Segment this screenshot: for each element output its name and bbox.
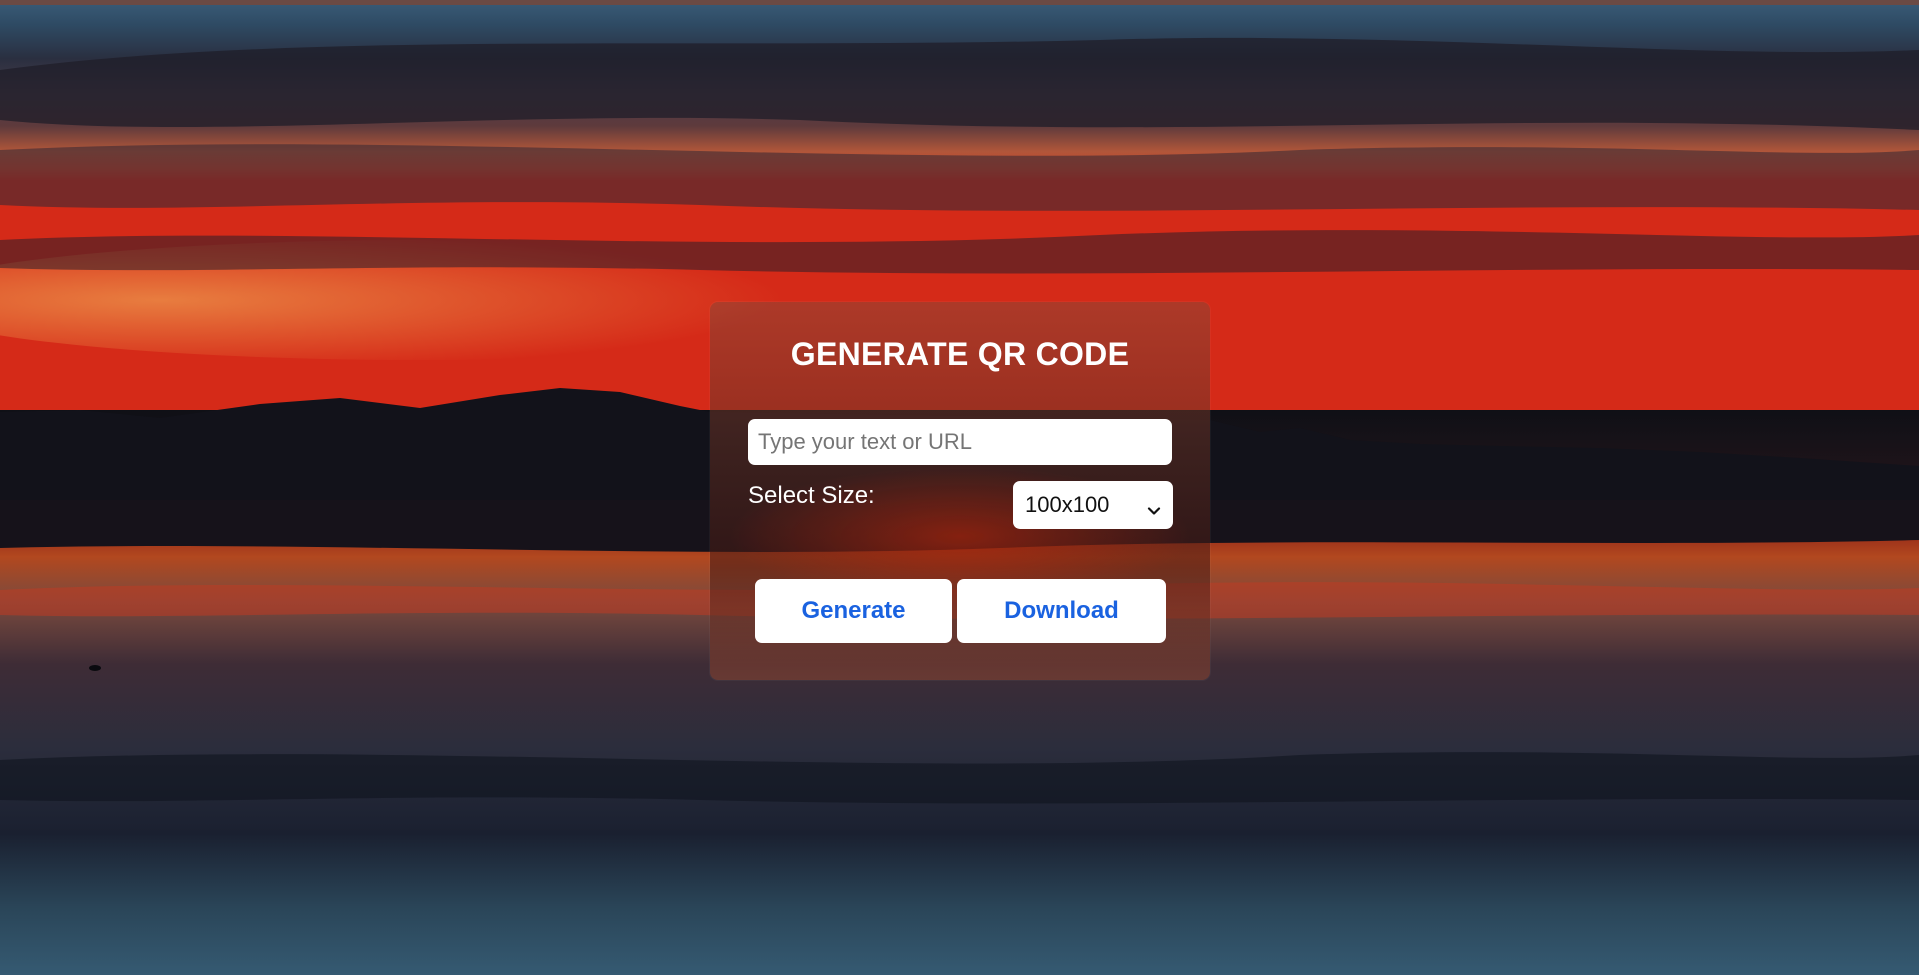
qr-generator-card: GENERATE QR CODE Select Size: 100x100 Ge… [710,302,1210,680]
qr-text-input[interactable] [748,419,1172,465]
top-border-strip [0,0,1919,5]
size-select-value: 100x100 [1025,492,1110,517]
generate-button[interactable]: Generate [755,579,952,643]
download-button[interactable]: Download [957,579,1166,643]
chevron-down-icon [1147,498,1161,515]
size-select[interactable]: 100x100 [1013,481,1173,529]
page-title: GENERATE QR CODE [790,336,1130,372]
select-size-label: Select Size: [748,482,875,509]
